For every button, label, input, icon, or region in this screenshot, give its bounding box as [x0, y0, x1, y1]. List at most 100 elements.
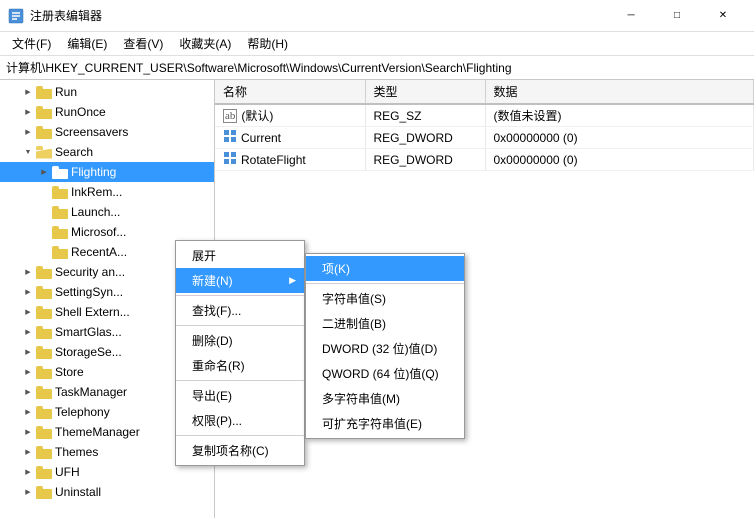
expand-icon-runonce[interactable]: [20, 104, 36, 120]
expand-icon-search[interactable]: [20, 144, 36, 160]
expand-icon-store[interactable]: [20, 364, 36, 380]
tree-label-settingsyn: SettingSyn...: [55, 285, 123, 299]
tree-item-microsof[interactable]: Microsof...: [0, 222, 214, 242]
ctx-export[interactable]: 导出(E): [176, 383, 304, 408]
window-controls: ─ □ ✕: [608, 0, 746, 32]
ctx-sep-3: [176, 380, 304, 381]
ctx-new[interactable]: 新建(N): [176, 268, 304, 293]
tree-label-security: Security an...: [55, 265, 125, 279]
app-icon: [8, 8, 24, 24]
sub-item-multistring[interactable]: 多字符串值(M): [306, 386, 464, 411]
tree-item-inkrem[interactable]: InkRem...: [0, 182, 214, 202]
expand-icon-flighting[interactable]: [36, 164, 52, 180]
sub-item-expandstring[interactable]: 可扩充字符串值(E): [306, 411, 464, 436]
expand-icon-run[interactable]: [20, 84, 36, 100]
expand-icon-security[interactable]: [20, 264, 36, 280]
tree-item-flighting[interactable]: Flighting: [0, 162, 214, 182]
tree-label-shellextern: Shell Extern...: [55, 305, 130, 319]
tree-label-taskmanager: TaskManager: [55, 385, 127, 399]
cell-type-0: REG_SZ: [365, 104, 485, 127]
expand-icon-microsof: [36, 224, 52, 240]
folder-icon-store: [36, 364, 52, 380]
context-menu: 展开 新建(N) 查找(F)... 删除(D) 重命名(R) 导出(E) 权限(…: [175, 240, 305, 466]
tree-label-launch: Launch...: [71, 205, 120, 219]
sub-item-string[interactable]: 字符串值(S): [306, 286, 464, 311]
ctx-sep-4: [176, 435, 304, 436]
expand-icon-thememanager[interactable]: [20, 424, 36, 440]
folder-icon-screensavers: [36, 124, 52, 140]
folder-icon-taskmanager: [36, 384, 52, 400]
ctx-expand[interactable]: 展开: [176, 243, 304, 268]
expand-icon-launch: [36, 204, 52, 220]
expand-icon-telephony[interactable]: [20, 404, 36, 420]
folder-icon-runonce: [36, 104, 52, 120]
ctx-copy-name[interactable]: 复制项名称(C): [176, 438, 304, 463]
ctx-sep-1: [176, 295, 304, 296]
sub-item-binary[interactable]: 二进制值(B): [306, 311, 464, 336]
main-content: Run RunOnce Screensavers Search Flightin…: [0, 80, 754, 518]
cell-name-0: ab (默认): [215, 104, 365, 127]
title-bar: 注册表编辑器 ─ □ ✕: [0, 0, 754, 32]
table-row[interactable]: ab (默认) REG_SZ (数值未设置): [215, 104, 754, 127]
tree-label-inkrem: InkRem...: [71, 185, 122, 199]
table-row[interactable]: Current REG_DWORD 0x00000000 (0): [215, 127, 754, 149]
maximize-button[interactable]: □: [654, 0, 700, 32]
expand-icon-screensavers[interactable]: [20, 124, 36, 140]
folder-icon-flighting: [52, 164, 68, 180]
address-bar: 计算机\HKEY_CURRENT_USER\Software\Microsoft…: [0, 56, 754, 80]
tree-item-launch[interactable]: Launch...: [0, 202, 214, 222]
expand-icon-settingsyn[interactable]: [20, 284, 36, 300]
folder-icon-inkrem: [52, 184, 68, 200]
ctx-find[interactable]: 查找(F)...: [176, 298, 304, 323]
tree-label-search: Search: [55, 145, 93, 159]
minimize-button[interactable]: ─: [608, 0, 654, 32]
col-type[interactable]: 类型: [365, 80, 485, 104]
expand-icon-storagese[interactable]: [20, 344, 36, 360]
folder-icon-storagese: [36, 344, 52, 360]
expand-icon-recenta: [36, 244, 52, 260]
close-button[interactable]: ✕: [700, 0, 746, 32]
table-row[interactable]: RotateFlight REG_DWORD 0x00000000 (0): [215, 149, 754, 171]
tree-item-screensavers[interactable]: Screensavers: [0, 122, 214, 142]
sub-item-qword[interactable]: QWORD (64 位)值(Q): [306, 361, 464, 386]
menu-view[interactable]: 查看(V): [115, 33, 171, 54]
tree-item-uninstall[interactable]: Uninstall: [0, 482, 214, 502]
menu-bar: 文件(F) 编辑(E) 查看(V) 收藏夹(A) 帮助(H): [0, 32, 754, 56]
menu-help[interactable]: 帮助(H): [239, 33, 296, 54]
sub-item-key[interactable]: 项(K): [306, 256, 464, 281]
expand-icon-uninstall[interactable]: [20, 484, 36, 500]
expand-icon-themes[interactable]: [20, 444, 36, 460]
folder-icon-themes: [36, 444, 52, 460]
sub-item-dword[interactable]: DWORD (32 位)值(D): [306, 336, 464, 361]
expand-icon-shellextern[interactable]: [20, 304, 36, 320]
app-title: 注册表编辑器: [30, 7, 608, 24]
folder-icon-settingsyn: [36, 284, 52, 300]
folder-icon-shellextern: [36, 304, 52, 320]
ctx-delete[interactable]: 删除(D): [176, 328, 304, 353]
ctx-rename[interactable]: 重命名(R): [176, 353, 304, 378]
ctx-permissions[interactable]: 权限(P)...: [176, 408, 304, 433]
tree-item-run[interactable]: Run: [0, 82, 214, 102]
tree-item-search[interactable]: Search: [0, 142, 214, 162]
menu-favorites[interactable]: 收藏夹(A): [171, 33, 239, 54]
expand-icon-ufh[interactable]: [20, 464, 36, 480]
col-data[interactable]: 数据: [485, 80, 754, 104]
folder-icon-thememanager: [36, 424, 52, 440]
tree-label-smartglas: SmartGlas...: [55, 325, 122, 339]
cell-data-1: 0x00000000 (0): [485, 127, 754, 149]
tree-label-telephony: Telephony: [55, 405, 110, 419]
col-name[interactable]: 名称: [215, 80, 365, 104]
folder-icon-smartglas: [36, 324, 52, 340]
folder-icon-run: [36, 84, 52, 100]
cell-type-1: REG_DWORD: [365, 127, 485, 149]
cell-name-2: RotateFlight: [215, 149, 365, 171]
tree-item-runonce[interactable]: RunOnce: [0, 102, 214, 122]
expand-icon-taskmanager[interactable]: [20, 384, 36, 400]
cell-data-2: 0x00000000 (0): [485, 149, 754, 171]
menu-file[interactable]: 文件(F): [4, 33, 59, 54]
tree-label-screensavers: Screensavers: [55, 125, 128, 139]
expand-icon-smartglas[interactable]: [20, 324, 36, 340]
menu-edit[interactable]: 编辑(E): [59, 33, 115, 54]
sub-sep-1: [306, 283, 464, 284]
tree-label-microsof: Microsof...: [71, 225, 126, 239]
